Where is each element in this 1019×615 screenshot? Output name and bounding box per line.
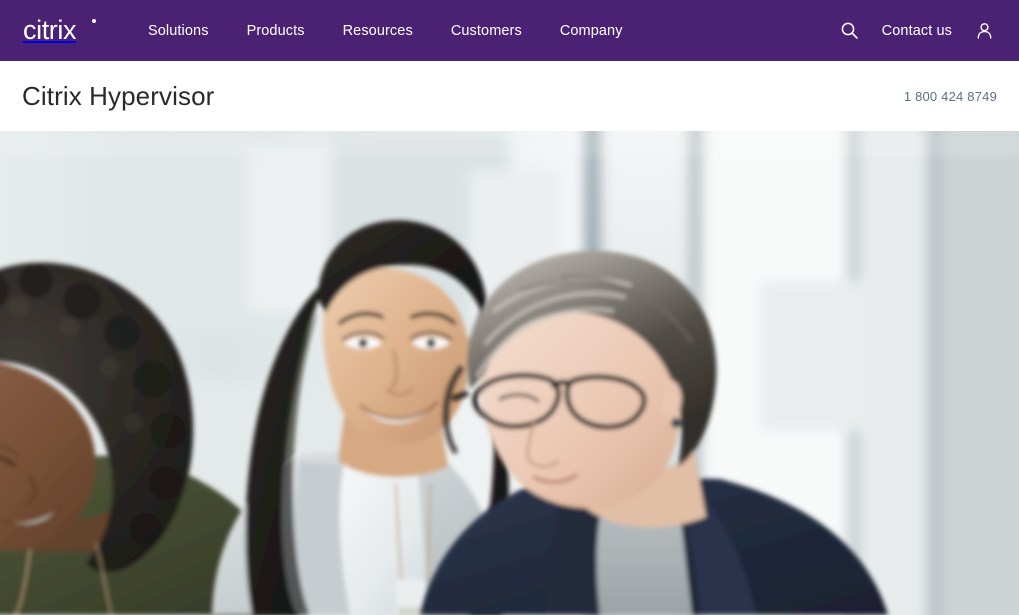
search-button[interactable] (837, 18, 863, 44)
nav-item-solutions[interactable]: Solutions (148, 23, 209, 39)
hero-image (0, 131, 1019, 615)
citrix-logo-dot-icon (92, 18, 96, 23)
nav-utility-group: Contact us (837, 18, 997, 44)
top-navigation-bar: citrix Solutions Products Resources Cust… (0, 0, 1019, 61)
nav-item-company[interactable]: Company (560, 23, 623, 39)
page-title-bar: Citrix Hypervisor 1 800 424 8749 (0, 61, 1019, 131)
contact-us-link[interactable]: Contact us (882, 23, 952, 39)
nav-item-customers[interactable]: Customers (451, 23, 522, 39)
user-account-icon (977, 23, 991, 39)
hero-photo-collaboration (0, 131, 1019, 615)
primary-nav-links: Solutions Products Resources Customers C… (148, 23, 623, 39)
citrix-logo-text: citrix (23, 15, 77, 45)
search-icon (841, 22, 858, 39)
citrix-logo[interactable]: citrix (23, 15, 96, 46)
page-root: citrix Solutions Products Resources Cust… (0, 0, 1019, 615)
nav-item-products[interactable]: Products (247, 23, 305, 39)
page-title: Citrix Hypervisor (22, 81, 215, 111)
nav-item-resources[interactable]: Resources (343, 23, 413, 39)
phone-number-link[interactable]: 1 800 424 8749 (904, 89, 997, 104)
account-button[interactable] (971, 18, 997, 44)
